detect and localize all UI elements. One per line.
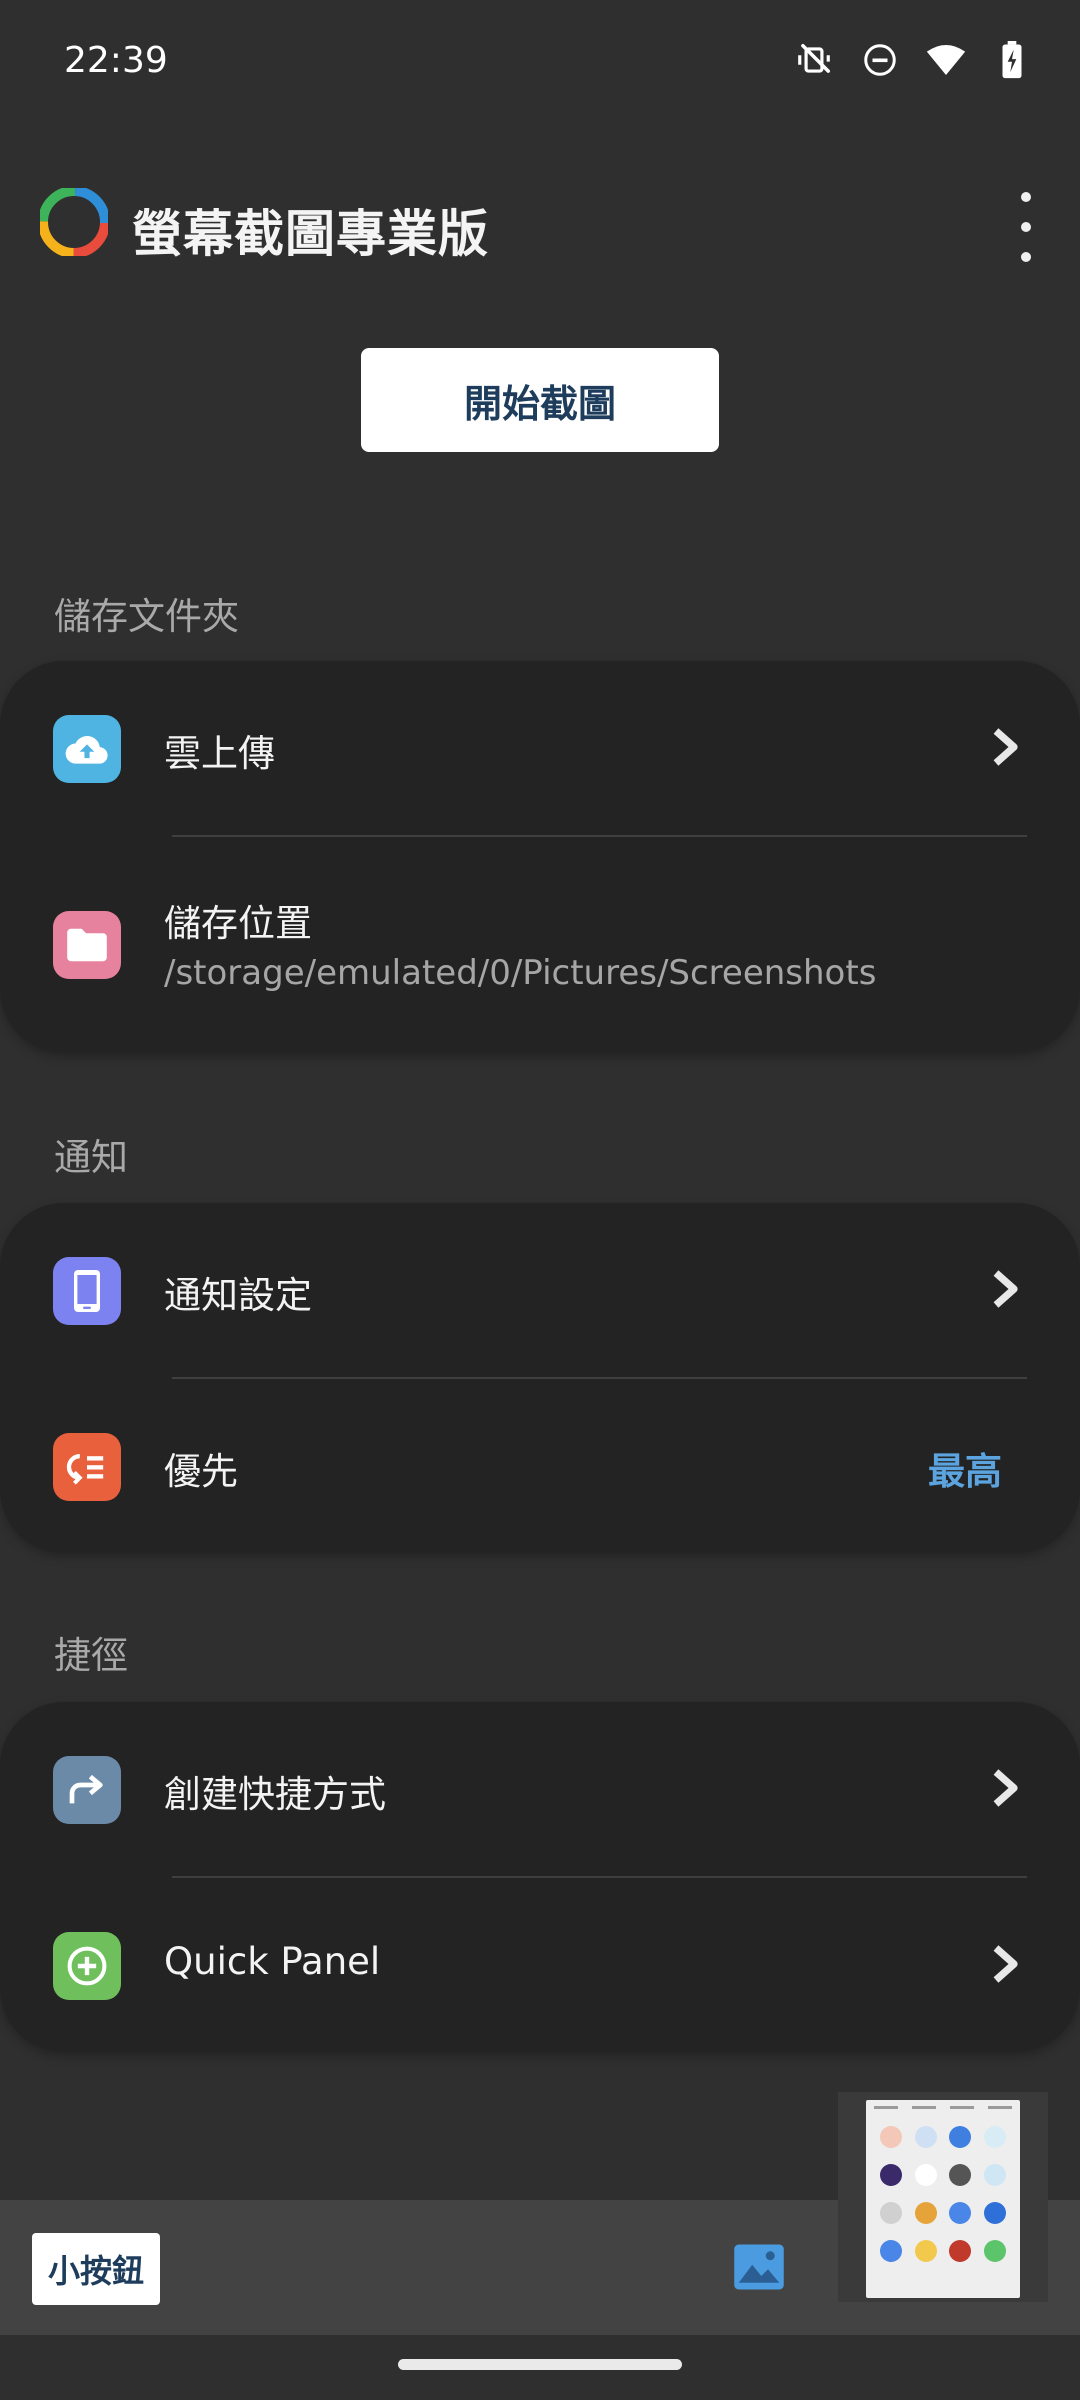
status-time: 22:39 — [64, 40, 168, 81]
cloud-upload-row[interactable]: 雲上傳 — [0, 661, 1080, 837]
section-label-shortcut: 捷徑 — [54, 1634, 128, 1677]
more-vert-icon[interactable] — [1006, 192, 1046, 262]
screenshot-thumbnail[interactable] — [838, 2092, 1048, 2302]
row-title: 創建快捷方式 — [164, 1773, 386, 1816]
start-capture-button[interactable]: 開始截圖 — [361, 348, 719, 452]
share-arrow-icon — [53, 1756, 121, 1824]
app-title: 螢幕截圖專業版 — [132, 205, 489, 263]
chevron-right-icon — [990, 1768, 1030, 1812]
row-title: 優先 — [164, 1450, 238, 1493]
chevron-right-icon — [990, 1944, 1030, 1988]
notification-settings-row[interactable]: 通知設定 — [0, 1203, 1080, 1379]
priority-icon — [53, 1433, 121, 1501]
folder-icon — [53, 911, 121, 979]
storage-location-row[interactable]: 儲存位置 /storage/emulated/0/Pictures/Screen… — [0, 857, 1080, 1033]
row-subtitle: /storage/emulated/0/Pictures/Screenshots — [164, 953, 877, 993]
thumbnail-preview — [866, 2100, 1020, 2298]
row-title: 通知設定 — [164, 1274, 312, 1317]
wifi-icon — [926, 40, 966, 80]
divider — [172, 835, 1027, 837]
notification-card: 通知設定 優先 最高 — [0, 1203, 1080, 1553]
row-title: 雲上傳 — [164, 732, 275, 775]
chevron-right-icon — [990, 1269, 1030, 1313]
section-label-storage: 儲存文件夾 — [54, 595, 239, 638]
shortcut-card: 創建快捷方式 Quick Panel — [0, 1702, 1080, 2052]
small-button[interactable]: 小按鈕 — [32, 2233, 160, 2305]
image-icon[interactable] — [732, 2240, 786, 2294]
home-indicator[interactable] — [398, 2359, 682, 2370]
create-shortcut-row[interactable]: 創建快捷方式 — [0, 1702, 1080, 1878]
do-not-disturb-icon — [860, 40, 900, 80]
vibrate-off-icon — [794, 40, 834, 80]
row-title: 儲存位置 — [164, 902, 312, 945]
battery-charging-icon — [992, 40, 1032, 80]
quick-panel-row[interactable]: Quick Panel — [0, 1878, 1080, 2054]
system-nav-bar — [0, 2335, 1080, 2400]
chevron-right-icon — [990, 727, 1030, 771]
app-logo-icon — [38, 186, 110, 258]
section-label-notification: 通知 — [54, 1136, 128, 1179]
status-bar: 22:39 — [0, 0, 1080, 130]
add-circle-icon — [53, 1932, 121, 2000]
phone-icon — [53, 1257, 121, 1325]
status-icons — [794, 40, 1032, 80]
app-bar: 螢幕截圖專業版 — [0, 180, 1080, 270]
row-title: Quick Panel — [164, 1940, 381, 1983]
cloud-upload-icon — [53, 715, 121, 783]
priority-row[interactable]: 優先 最高 — [0, 1379, 1080, 1555]
priority-value: 最高 — [928, 1450, 1002, 1493]
storage-card: 雲上傳 儲存位置 /storage/emulated/0/Pictures/Sc… — [0, 661, 1080, 1053]
